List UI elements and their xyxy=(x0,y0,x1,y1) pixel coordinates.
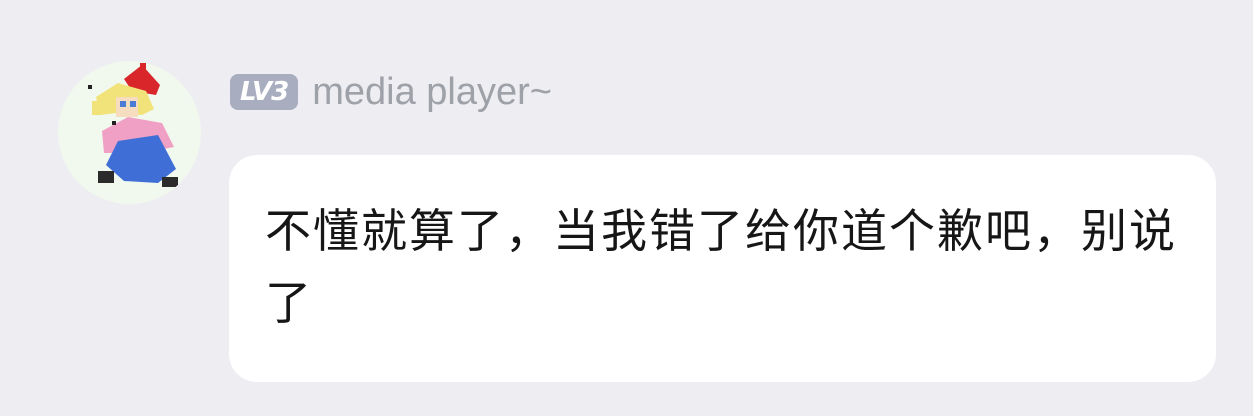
avatar[interactable] xyxy=(58,61,201,204)
pixel-character-avatar-icon xyxy=(88,63,178,187)
level-badge: LV3 xyxy=(230,74,299,110)
username[interactable]: media player~ xyxy=(312,68,552,116)
message-text: 不懂就算了，当我错了给你道个歉吧，别说了 xyxy=(265,204,1177,330)
message-bubble[interactable]: 不懂就算了，当我错了给你道个歉吧，别说了 xyxy=(229,155,1216,382)
message-header: LV3 media player~ xyxy=(230,68,552,116)
